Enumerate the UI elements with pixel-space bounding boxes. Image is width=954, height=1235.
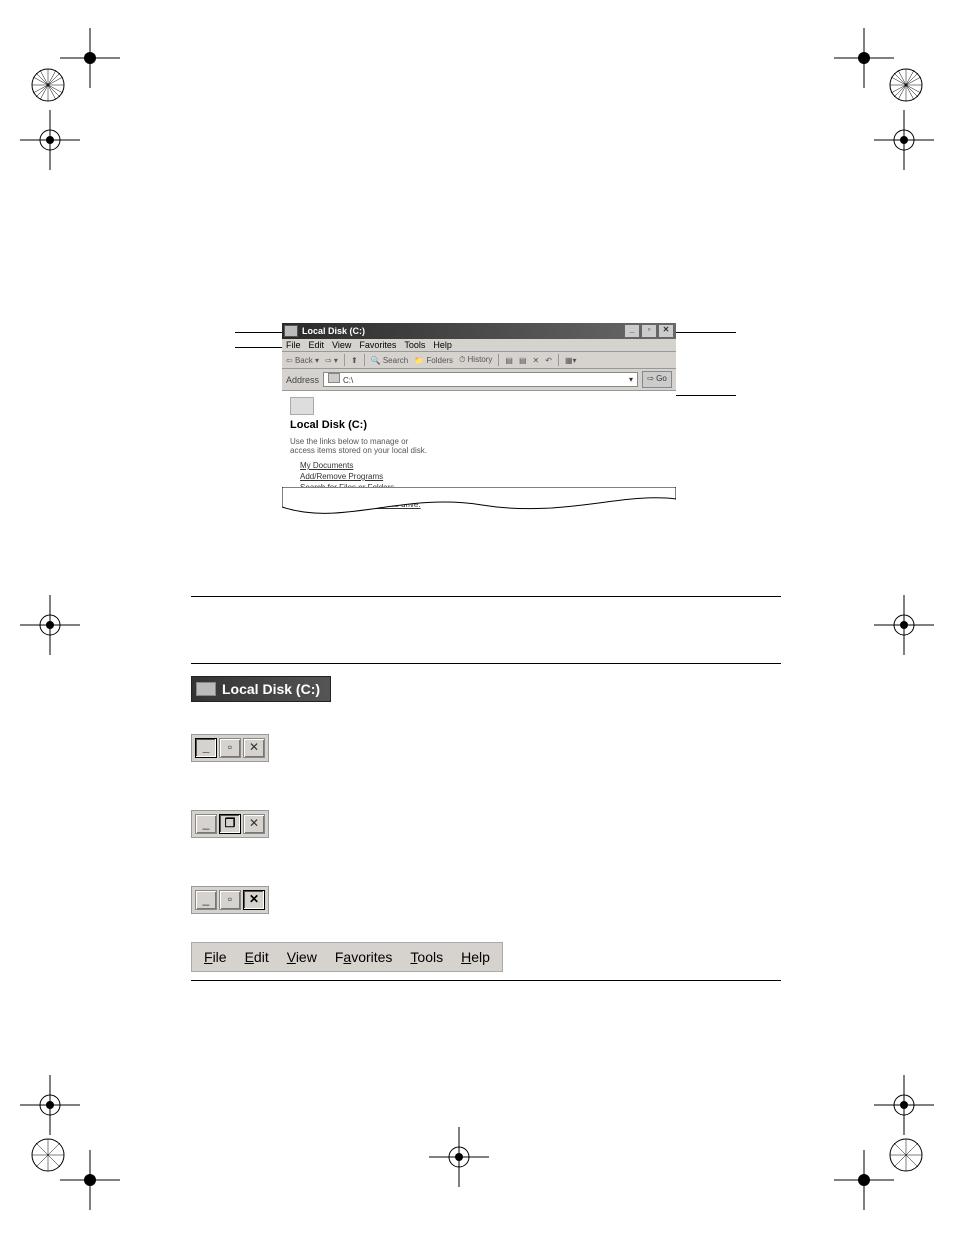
menu-favorites[interactable]: Favorites xyxy=(359,340,396,350)
crop-mark-icon xyxy=(874,595,934,655)
menu-view[interactable]: View xyxy=(287,949,317,965)
toolbar: ⇦ Back ▾ ⇨ ▾ ⬆ 🔍 Search 📁 Folders ⏱ Hist… xyxy=(282,352,676,369)
close-button[interactable]: ✕ xyxy=(243,890,265,910)
maximize-sample: _ ❐ ✕ xyxy=(191,810,269,838)
crop-mark-icon xyxy=(874,110,934,170)
drive-icon xyxy=(290,397,314,415)
callout-line xyxy=(676,395,736,396)
crop-mark-icon xyxy=(429,1127,489,1187)
link-my-documents[interactable]: My Documents xyxy=(300,461,668,470)
callout-line xyxy=(235,347,285,348)
explorer-content: Local Disk (C:) Use the links below to m… xyxy=(282,391,676,523)
menu-bar-sample: File Edit View Favorites Tools Help xyxy=(191,942,503,972)
restore-button[interactable]: ❐ xyxy=(219,814,241,834)
table-row xyxy=(191,596,781,639)
address-input[interactable]: C:\ ▾ xyxy=(323,372,638,387)
copy-to-button[interactable]: ▤ xyxy=(519,356,527,365)
minimize-button[interactable]: _ xyxy=(195,814,217,834)
close-button[interactable]: ✕ xyxy=(243,738,265,758)
table-row: Local Disk (C:) xyxy=(191,663,781,720)
close-sample: _ ▫ ✕ xyxy=(191,886,269,914)
minimize-button[interactable]: _ xyxy=(624,324,640,338)
callout-line xyxy=(676,332,736,333)
drive-icon xyxy=(284,325,298,337)
table-row: _ ▫ ✕ xyxy=(191,730,781,786)
menu-edit[interactable]: Edit xyxy=(245,949,269,965)
delete-button[interactable]: ✕ xyxy=(533,356,540,365)
maximize-button[interactable]: ▫ xyxy=(641,324,657,338)
minimize-sample: _ ▫ ✕ xyxy=(191,734,269,762)
title-bar-sample: Local Disk (C:) xyxy=(191,676,331,702)
crop-mark-icon xyxy=(20,595,80,655)
crop-mark-icon xyxy=(20,1075,80,1135)
window-title-bar[interactable]: Local Disk (C:) _ ▫ ✕ xyxy=(282,323,676,339)
crop-mark-icon xyxy=(60,28,120,88)
maximize-button[interactable]: ▫ xyxy=(219,890,241,910)
menu-help[interactable]: Help xyxy=(433,340,452,350)
menu-file[interactable]: File xyxy=(204,949,227,965)
link-search-files[interactable]: Search for Files or Folders xyxy=(300,483,668,492)
crop-mark-icon xyxy=(834,1150,894,1210)
forward-button[interactable]: ⇨ ▾ xyxy=(325,356,338,365)
crop-mark-icon xyxy=(874,1075,934,1135)
link-add-remove[interactable]: Add/Remove Programs xyxy=(300,472,668,481)
table-row: _ ❐ ✕ xyxy=(191,806,781,862)
reference-table: Local Disk (C:) _ ▫ ✕ _ ❐ ✕ _ ▫ ✕ xyxy=(191,596,781,981)
maximize-button[interactable]: ▫ xyxy=(219,738,241,758)
undo-button[interactable]: ↶ xyxy=(545,356,552,365)
menu-file[interactable]: File xyxy=(286,340,301,350)
up-button[interactable]: ⬆ xyxy=(351,356,358,365)
history-button[interactable]: ⏱ History xyxy=(459,355,492,365)
address-label: Address xyxy=(286,375,319,385)
menu-view[interactable]: View xyxy=(332,340,351,350)
move-to-button[interactable]: ▤ xyxy=(505,356,513,365)
crop-mark-icon xyxy=(60,1150,120,1210)
go-button[interactable]: ⇨ Go xyxy=(642,371,672,388)
close-button[interactable]: ✕ xyxy=(658,324,674,338)
menu-edit[interactable]: Edit xyxy=(309,340,325,350)
explorer-window: Local Disk (C:) _ ▫ ✕ File Edit View Fav… xyxy=(282,323,676,513)
minimize-button[interactable]: _ xyxy=(195,738,217,758)
link-view-all[interactable]: View the entire contents of this drive. xyxy=(290,500,421,509)
panel-hint: Use the links below to manage or access … xyxy=(290,437,430,455)
callout-line xyxy=(235,332,285,333)
address-bar: Address C:\ ▾ ⇨ Go xyxy=(282,369,676,391)
back-button[interactable]: ⇦ Back ▾ xyxy=(286,356,319,365)
window-title: Local Disk (C:) xyxy=(302,326,365,336)
menu-help[interactable]: Help xyxy=(461,949,490,965)
drive-icon xyxy=(328,373,340,383)
menu-favorites[interactable]: Favorites xyxy=(335,949,393,965)
table-row: _ ▫ ✕ xyxy=(191,882,781,938)
drive-icon xyxy=(196,682,216,696)
table-row: File Edit View Favorites Tools Help xyxy=(191,938,781,980)
search-button[interactable]: 🔍 Search xyxy=(371,356,409,365)
crop-mark-icon xyxy=(20,110,80,170)
minimize-button[interactable]: _ xyxy=(195,890,217,910)
menu-tools[interactable]: Tools xyxy=(410,949,443,965)
title-bar-label: Local Disk (C:) xyxy=(222,681,320,697)
menu-tools[interactable]: Tools xyxy=(404,340,425,350)
crop-mark-icon xyxy=(834,28,894,88)
folders-button[interactable]: 📁 Folders xyxy=(414,356,453,365)
close-button[interactable]: ✕ xyxy=(243,814,265,834)
menu-bar: File Edit View Favorites Tools Help xyxy=(282,339,676,352)
views-button[interactable]: ▦▾ xyxy=(565,356,577,365)
panel-heading: Local Disk (C:) xyxy=(290,419,668,431)
